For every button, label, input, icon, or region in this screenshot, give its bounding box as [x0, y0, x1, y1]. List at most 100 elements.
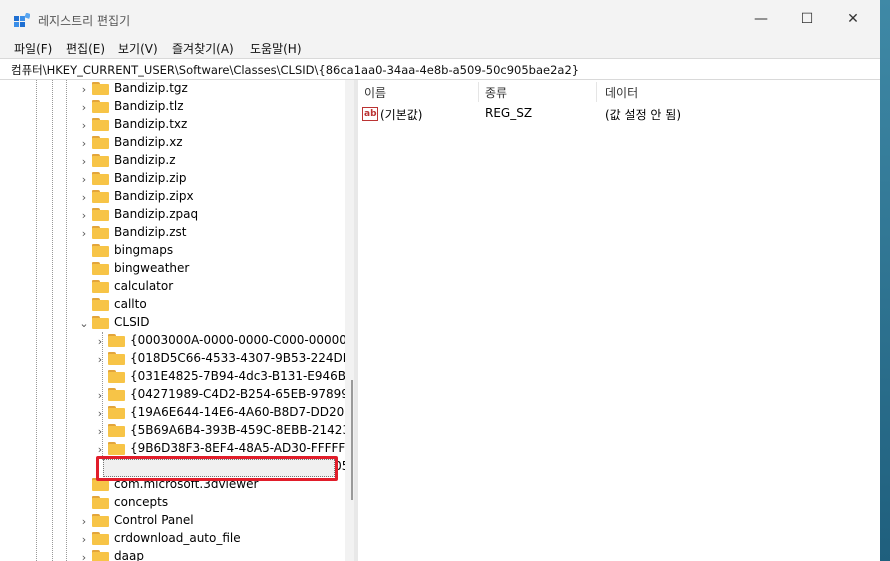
folder-icon: [92, 514, 109, 527]
address-path[interactable]: 컴퓨터\HKEY_CURRENT_USER\Software\Classes\C…: [11, 62, 579, 78]
tree-item[interactable]: › Bandizip.zip: [78, 170, 345, 188]
chevron-right-icon[interactable]: ›: [94, 442, 106, 456]
registry-editor-window: 레지스트리 편집기 — ☐ ✕ 파일(F) 편집(E) 보기(V) 즐겨찾기(A…: [0, 0, 881, 561]
value-list-pane[interactable]: 이름 종류 데이터 ab (기본값) REG_SZ (값 설정 안 됨): [358, 80, 880, 561]
tree-item-label: Bandizip.zpaq: [114, 207, 199, 221]
chevron-right-icon: [78, 496, 90, 510]
tree-item[interactable]: calculator: [78, 278, 345, 296]
chevron-right-icon: [78, 280, 90, 294]
tree-item[interactable]: bingweather: [78, 260, 345, 278]
chevron-right-icon[interactable]: ›: [94, 388, 106, 402]
address-bar[interactable]: 컴퓨터\HKEY_CURRENT_USER\Software\Classes\C…: [0, 58, 880, 80]
chevron-down-icon[interactable]: ⌄: [78, 316, 90, 330]
tree-item-label: {031E4825-7B94-4dc3-B131-E946B4: [130, 369, 354, 383]
chevron-right-icon[interactable]: ›: [78, 118, 90, 132]
chevron-right-icon[interactable]: ›: [94, 406, 106, 420]
tree-item[interactable]: › daap: [78, 548, 345, 561]
minimize-button[interactable]: —: [750, 8, 772, 30]
tree-item-label: {9B6D38F3-8EF4-48A5-AD30-FFFFFFI: [130, 441, 354, 455]
chevron-right-icon[interactable]: ›: [94, 424, 106, 438]
folder-icon: [92, 532, 109, 545]
tree-item-label: {5B69A6B4-393B-459C-8EBB-214237: [130, 423, 354, 437]
folder-icon: [92, 298, 109, 311]
tree-item[interactable]: › Control Panel: [78, 512, 345, 530]
chevron-right-icon[interactable]: ›: [78, 172, 90, 186]
tree-item[interactable]: callto: [78, 296, 345, 314]
tree-item-label: {04271989-C4D2-B254-65EB-978993: [130, 387, 354, 401]
chevron-right-icon[interactable]: ›: [78, 532, 90, 546]
folder-icon: [92, 136, 109, 149]
menu-help[interactable]: 도움말(H): [250, 40, 302, 57]
tree-item-label: {19A6E644-14E6-4A60-B8D7-DD206: [130, 405, 352, 419]
tree-item[interactable]: bingmaps: [78, 242, 345, 260]
tree-item[interactable]: {031E4825-7B94-4dc3-B131-E946B4: [94, 368, 354, 386]
column-header-data[interactable]: 데이터: [605, 84, 638, 106]
folder-icon: [92, 262, 109, 275]
chevron-right-icon[interactable]: ›: [78, 226, 90, 240]
folder-icon: [92, 118, 109, 131]
chevron-right-icon[interactable]: ›: [78, 82, 90, 96]
folder-icon: [108, 442, 125, 455]
folder-icon: [92, 244, 109, 257]
tree-item[interactable]: › Bandizip.tgz: [78, 80, 345, 98]
tree-item[interactable]: › Bandizip.tlz: [78, 98, 345, 116]
column-header-name[interactable]: 이름: [364, 84, 386, 106]
tree-item[interactable]: › Bandizip.zipx: [78, 188, 345, 206]
tree-item-label: Bandizip.z: [114, 153, 176, 167]
maximize-button[interactable]: ☐: [796, 8, 818, 30]
tree-item[interactable]: › crdownload_auto_file: [78, 530, 345, 548]
tree-item[interactable]: › Bandizip.z: [78, 152, 345, 170]
close-button[interactable]: ✕: [842, 8, 864, 30]
folder-icon: [92, 316, 109, 329]
value-type[interactable]: REG_SZ: [485, 106, 532, 120]
column-header-type[interactable]: 종류: [485, 84, 507, 106]
chevron-right-icon[interactable]: ›: [78, 514, 90, 528]
chevron-right-icon[interactable]: ›: [78, 136, 90, 150]
chevron-right-icon[interactable]: ›: [78, 100, 90, 114]
chevron-right-icon[interactable]: ›: [78, 208, 90, 222]
desktop-background: [880, 0, 890, 561]
tree-guide-line: [36, 80, 37, 561]
title-bar[interactable]: 레지스트리 편집기 — ☐ ✕: [0, 0, 880, 38]
tree-item-label: calculator: [114, 279, 174, 293]
tree-item[interactable]: › {19A6E644-14E6-4A60-B8D7-DD206: [94, 404, 352, 422]
tree-item-label: callto: [114, 297, 147, 311]
menu-edit[interactable]: 편집(E): [66, 40, 105, 57]
selection-highlight-box: [96, 456, 338, 481]
chevron-right-icon[interactable]: ›: [78, 550, 90, 561]
chevron-right-icon[interactable]: ›: [78, 154, 90, 168]
folder-icon: [92, 190, 109, 203]
chevron-right-icon[interactable]: ›: [94, 334, 106, 348]
tree-item-label: CLSID: [114, 315, 150, 329]
tree-scrollbar-thumb[interactable]: [351, 380, 353, 500]
tree-item[interactable]: › Bandizip.zst: [78, 224, 345, 242]
key-tree-pane[interactable]: › Bandizip.tgz › Bandizip.tlz › Bandizip.txz ›…: [8, 80, 354, 561]
tree-item[interactable]: › {5B69A6B4-393B-459C-8EBB-214237: [94, 422, 354, 440]
tree-item[interactable]: › Bandizip.zpaq: [78, 206, 345, 224]
value-name[interactable]: (기본값): [380, 106, 422, 123]
menu-favorites[interactable]: 즐겨찾기(A): [172, 40, 234, 57]
tree-item[interactable]: › Bandizip.txz: [78, 116, 345, 134]
tree-item[interactable]: ⌄ CLSID: [78, 314, 345, 332]
tree-item-label: Bandizip.zip: [114, 171, 187, 185]
menu-view[interactable]: 보기(V): [118, 40, 158, 57]
value-data[interactable]: (값 설정 안 됨): [605, 106, 681, 123]
folder-icon: [92, 100, 109, 113]
folder-icon: [92, 226, 109, 239]
tree-item[interactable]: › Bandizip.xz: [78, 134, 345, 152]
column-separator[interactable]: [596, 82, 597, 102]
folder-icon: [92, 172, 109, 185]
tree-item-label: daap: [114, 549, 144, 561]
tree-item[interactable]: concepts: [78, 494, 345, 512]
tree-item[interactable]: › {04271989-C4D2-B254-65EB-978993: [94, 386, 354, 404]
tree-item[interactable]: › {0003000A-0000-0000-C000-000000: [94, 332, 354, 350]
chevron-right-icon: [78, 478, 90, 492]
tree-item[interactable]: › {018D5C66-4533-4307-9B53-224DE: [94, 350, 351, 368]
chevron-right-icon[interactable]: ›: [78, 190, 90, 204]
chevron-right-icon: [78, 262, 90, 276]
chevron-right-icon[interactable]: ›: [94, 352, 106, 366]
column-separator[interactable]: [478, 82, 479, 102]
folder-icon: [92, 154, 109, 167]
folder-icon: [108, 388, 125, 401]
menu-file[interactable]: 파일(F): [14, 40, 52, 57]
